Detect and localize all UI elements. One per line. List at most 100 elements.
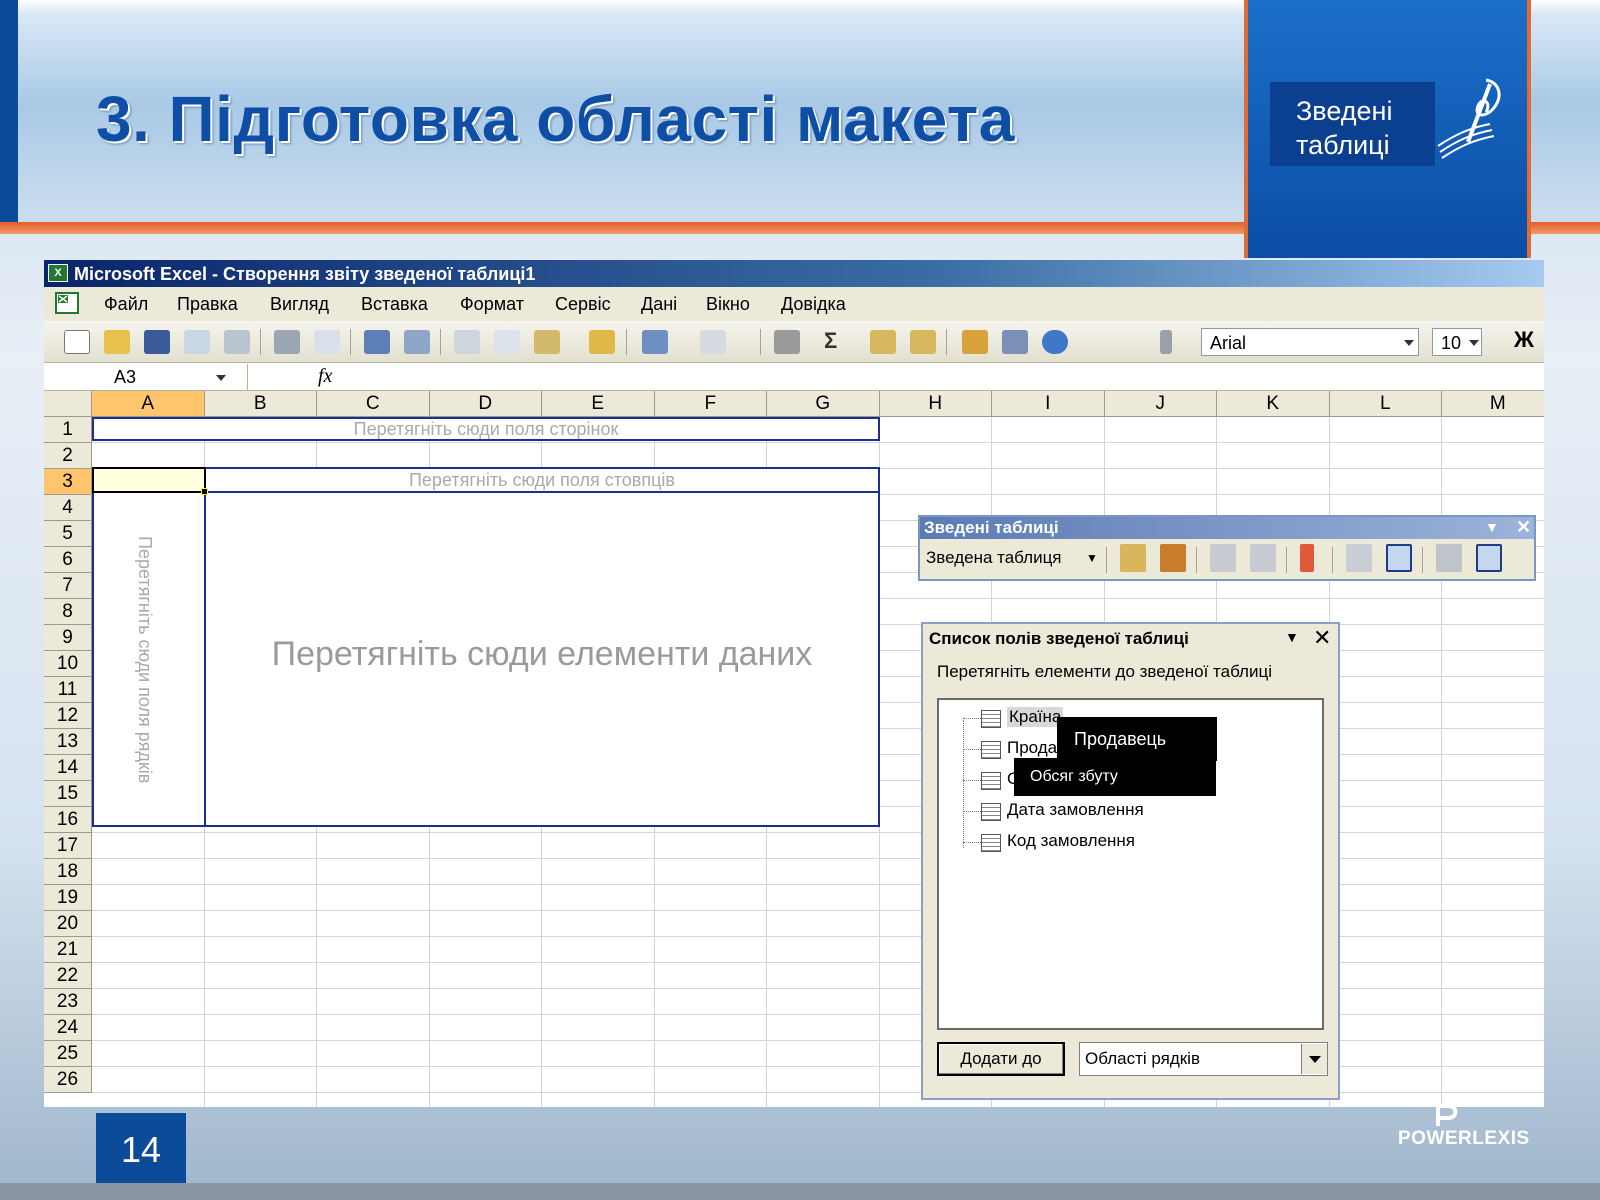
redo-icon[interactable] (700, 330, 726, 354)
column-header-a[interactable]: A (92, 391, 205, 417)
pivot-chart-icon[interactable] (1160, 544, 1186, 572)
row-header-7[interactable]: 7 (44, 573, 92, 599)
row-header-14[interactable]: 14 (44, 755, 92, 781)
email-icon[interactable] (224, 330, 250, 354)
new-document-icon[interactable] (64, 330, 90, 354)
format-painter-icon[interactable] (589, 330, 615, 354)
column-fields-drop-zone[interactable]: Перетягніть сюди поля стовпців (204, 467, 880, 493)
row-header-2[interactable]: 2 (44, 443, 92, 469)
row-header-11[interactable]: 11 (44, 677, 92, 703)
include-hidden-items-icon[interactable] (1346, 544, 1372, 572)
row-header-18[interactable]: 18 (44, 859, 92, 885)
always-display-items-icon[interactable] (1386, 544, 1412, 572)
row-header-19[interactable]: 19 (44, 885, 92, 911)
row-header-8[interactable]: 8 (44, 599, 92, 625)
menu-edit[interactable]: Правка (177, 294, 238, 315)
column-header-b[interactable]: B (204, 391, 317, 417)
row-fields-drop-zone[interactable]: Перетягніть сюди поля рядків (92, 491, 206, 827)
cut-icon[interactable] (454, 330, 480, 354)
permission-icon[interactable] (184, 330, 210, 354)
copy-icon[interactable] (494, 330, 520, 354)
menu-tools[interactable]: Сервіс (555, 294, 611, 315)
pivot-table-menu[interactable]: Зведена таблиця (926, 548, 1062, 568)
research-icon[interactable] (404, 330, 430, 354)
menu-data[interactable]: Дані (641, 294, 677, 315)
dropdown-button[interactable] (1301, 1044, 1327, 1074)
row-header-9[interactable]: 9 (44, 625, 92, 651)
row-header-26[interactable]: 26 (44, 1067, 92, 1093)
row-header-6[interactable]: 6 (44, 547, 92, 573)
close-icon[interactable]: ✕ (1516, 517, 1531, 538)
font-name-select[interactable]: Arial (1201, 328, 1419, 356)
row-header-20[interactable]: 20 (44, 911, 92, 937)
hide-detail-icon[interactable] (1210, 544, 1236, 572)
row-header-12[interactable]: 12 (44, 703, 92, 729)
row-header-15[interactable]: 15 (44, 781, 92, 807)
column-header-k[interactable]: K (1217, 391, 1330, 417)
row-header-1[interactable]: 1 (44, 417, 92, 443)
menu-window[interactable]: Вікно (706, 294, 750, 315)
menu-format[interactable]: Формат (460, 294, 524, 315)
row-header-13[interactable]: 13 (44, 729, 92, 755)
show-field-list-icon[interactable] (1476, 544, 1502, 572)
bold-button[interactable]: Ж (1514, 327, 1534, 353)
row-header-5[interactable]: 5 (44, 521, 92, 547)
toolbar-grip-icon[interactable] (1160, 330, 1172, 354)
row-header-25[interactable]: 25 (44, 1041, 92, 1067)
data-items-drop-zone[interactable]: Перетягніть сюди елементи даних (204, 491, 880, 827)
active-cell-a3[interactable] (92, 467, 206, 493)
save-icon[interactable] (144, 330, 170, 354)
page-fields-drop-zone[interactable]: Перетягніть сюди поля сторінок (92, 417, 880, 441)
column-header-d[interactable]: D (429, 391, 542, 417)
hyperlink-icon[interactable] (774, 330, 800, 354)
print-icon[interactable] (274, 330, 300, 354)
row-header-4[interactable]: 4 (44, 495, 92, 521)
column-header-m[interactable]: M (1442, 391, 1544, 417)
drawing-icon[interactable] (1002, 330, 1028, 354)
column-header-e[interactable]: E (542, 391, 655, 417)
select-all-corner[interactable] (44, 391, 92, 417)
fill-handle[interactable] (201, 488, 208, 495)
menu-help[interactable]: Довідка (781, 294, 846, 315)
row-header-21[interactable]: 21 (44, 937, 92, 963)
refresh-data-icon[interactable] (1300, 544, 1314, 572)
font-size-select[interactable]: 10 (1432, 328, 1482, 356)
row-header-24[interactable]: 24 (44, 1015, 92, 1041)
chevron-down-icon[interactable]: ▼ (1485, 519, 1499, 535)
column-header-g[interactable]: G (767, 391, 880, 417)
undo-icon[interactable] (642, 330, 668, 354)
autosum-icon[interactable]: Σ (824, 328, 837, 354)
column-header-i[interactable]: I (992, 391, 1105, 417)
sort-ascending-icon[interactable] (870, 330, 896, 354)
chevron-down-icon[interactable]: ▼ (1285, 629, 1299, 645)
menu-file[interactable]: Файл (104, 294, 148, 315)
format-report-icon[interactable] (1120, 544, 1146, 572)
row-header-23[interactable]: 23 (44, 989, 92, 1015)
chart-wizard-icon[interactable] (962, 330, 988, 354)
name-box[interactable]: A3 (44, 364, 248, 390)
menu-view[interactable]: Вигляд (270, 294, 329, 315)
row-header-3[interactable]: 3 (44, 469, 92, 495)
field-settings-icon[interactable] (1436, 544, 1462, 572)
workbook-icon[interactable] (54, 291, 80, 315)
paste-icon[interactable] (534, 330, 560, 354)
show-detail-icon[interactable] (1250, 544, 1276, 572)
row-header-10[interactable]: 10 (44, 651, 92, 677)
help-icon[interactable] (1042, 330, 1068, 354)
close-icon[interactable]: ✕ (1313, 625, 1331, 651)
row-header-17[interactable]: 17 (44, 833, 92, 859)
spelling-icon[interactable] (364, 330, 390, 354)
sort-descending-icon[interactable] (910, 330, 936, 354)
function-icon[interactable]: fx (318, 365, 332, 388)
menu-insert[interactable]: Вставка (361, 294, 428, 315)
column-header-h[interactable]: H (879, 391, 992, 417)
column-header-l[interactable]: L (1329, 391, 1442, 417)
column-header-j[interactable]: J (1104, 391, 1217, 417)
target-area-select[interactable]: Області рядків (1079, 1042, 1328, 1076)
pivot-toolbar-caption[interactable]: Зведені таблиці ▼ ✕ (920, 517, 1534, 539)
print-preview-icon[interactable] (314, 330, 340, 354)
row-header-16[interactable]: 16 (44, 807, 92, 833)
open-folder-icon[interactable] (104, 330, 130, 354)
add-to-button[interactable]: Додати до (937, 1042, 1065, 1076)
column-header-c[interactable]: C (317, 391, 430, 417)
